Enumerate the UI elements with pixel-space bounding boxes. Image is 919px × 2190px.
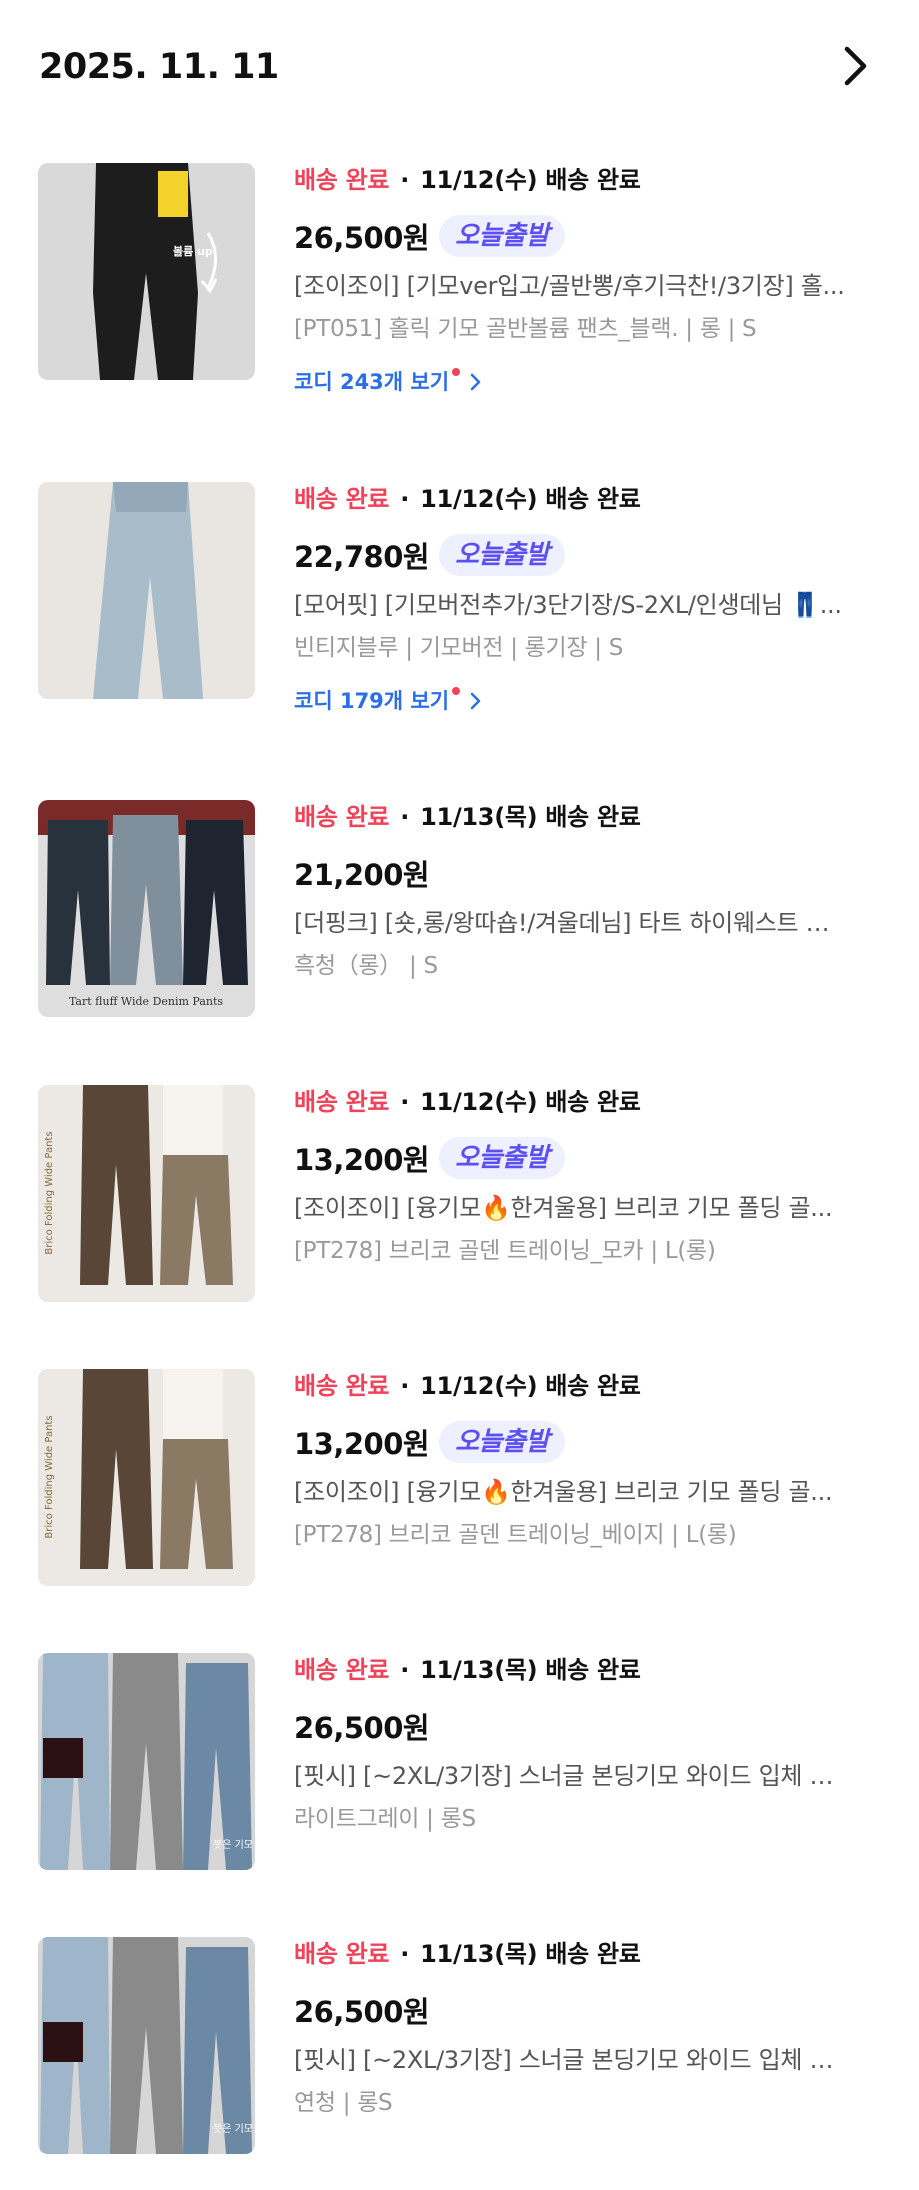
delivery-status-line: 배송 완료 · 11/12(수) 배송 완료 <box>294 482 854 516</box>
product-title[interactable]: [조이조이] [기모ver입고/골반뽕/후기극찬!/3기장] 홀... <box>294 269 849 303</box>
delivery-date: 11/13(목) 배송 완료 <box>420 803 641 831</box>
delivery-status-line: 배송 완료 · 11/12(수) 배송 완료 <box>294 1085 854 1119</box>
delivery-date: 11/12(수) 배송 완료 <box>420 1372 641 1400</box>
status-label: 배송 완료 <box>294 1656 390 1684</box>
price: 22,780원 <box>294 540 430 574</box>
order-info: 배송 완료 · 11/12(수) 배송 완료 26,500원 오늘출발 [조이조… <box>294 163 854 397</box>
status-separator: · <box>400 1656 410 1684</box>
next-date-button[interactable] <box>830 40 882 92</box>
delivery-status-line: 배송 완료 · 11/12(수) 배송 완료 <box>294 163 854 197</box>
product-image[interactable]: 볼륨 up! <box>38 163 255 380</box>
product-title[interactable]: [더핑크] [숏,롱/왕따숍!/겨울데님] 타트 하이웨스트 기... <box>294 906 849 940</box>
order-date: 2025. 11. 11 <box>39 47 279 87</box>
product-image[interactable] <box>38 482 255 699</box>
product-image[interactable]: Tart fluff Wide Denim Pants <box>38 800 255 1017</box>
status-separator: · <box>400 1372 410 1400</box>
price: 26,500원 <box>294 221 430 255</box>
same-day-badge: 오늘출발 <box>439 1421 565 1463</box>
product-title[interactable]: [조이조이] [융기모🔥한겨울용] 브리코 기모 폴딩 골... <box>294 1475 849 1509</box>
order-info: 배송 완료 · 11/12(수) 배송 완료 13,200원 오늘출발 [조이조… <box>294 1369 854 1551</box>
image-caption: Brico Folding Wide Pants <box>44 1415 55 1538</box>
status-label: 배송 완료 <box>294 1372 390 1400</box>
order-item[interactable]: Brico Folding Wide Pants 배송 완료 · 11/12(수… <box>0 1085 919 1325</box>
product-option: 라이트그레이 | 롱S <box>294 1806 476 1832</box>
order-info: 배송 완료 · 11/13(목) 배송 완료 26,500원 [핏시] [~2X… <box>294 1937 854 2119</box>
product-option: 연청 | 롱S <box>294 2090 393 2116</box>
delivery-date: 11/13(목) 배송 완료 <box>420 1656 641 1684</box>
status-separator: · <box>400 166 410 194</box>
order-info: 배송 완료 · 11/12(수) 배송 완료 13,200원 오늘출발 [조이조… <box>294 1085 854 1267</box>
status-separator: · <box>400 803 410 831</box>
same-day-badge: 오늘출발 <box>439 215 565 257</box>
price-line: 22,780원 오늘출발 <box>294 532 854 578</box>
order-item[interactable]: 배송 완료 · 11/12(수) 배송 완료 22,780원 오늘출발 [모어핏… <box>0 482 919 722</box>
price-line: 13,200원 오늘출발 <box>294 1419 854 1465</box>
status-separator: · <box>400 485 410 513</box>
delivery-status-line: 배송 완료 · 11/12(수) 배송 완료 <box>294 1369 854 1403</box>
product-option: [PT278] 브리코 골덴 트레이닝_베이지 | L(롱) <box>294 1522 737 1548</box>
image-caption: Brico Folding Wide Pants <box>44 1131 55 1254</box>
price: 13,200원 <box>294 1427 430 1461</box>
coordi-link[interactable]: 코디 179개 보기 <box>294 686 482 716</box>
order-item[interactable]: 볼륨 up! 배송 완료 · 11/12(수) 배송 완료 26,500원 오늘… <box>0 163 919 403</box>
order-item[interactable]: Brico Folding Wide Pants 배송 완료 · 11/12(수… <box>0 1369 919 1609</box>
order-item[interactable]: 붓은 기모 배송 완료 · 11/13(목) 배송 완료 26,500원 [핏시… <box>0 1937 919 2177</box>
image-caption: 볼륨 up! <box>173 245 218 258</box>
price-line: 13,200원 오늘출발 <box>294 1135 854 1181</box>
status-label: 배송 완료 <box>294 485 390 513</box>
product-image[interactable]: Brico Folding Wide Pants <box>38 1369 255 1586</box>
product-title[interactable]: [조이조이] [융기모🔥한겨울용] 브리코 기모 폴딩 골... <box>294 1191 849 1225</box>
delivery-date: 11/12(수) 배송 완료 <box>420 1088 641 1116</box>
red-dot-icon <box>452 368 461 376</box>
price-line: 26,500원 <box>294 1987 854 2033</box>
product-option: 빈티지블루 | 기모버전 | 롱기장 | S <box>294 635 624 661</box>
coordi-link[interactable]: 코디 243개 보기 <box>294 367 482 397</box>
product-option: [PT278] 브리코 골덴 트레이닝_모카 | L(롱) <box>294 1238 716 1264</box>
image-caption: Tart fluff Wide Denim Pants <box>69 995 223 1008</box>
order-item[interactable]: 붓은 기모 배송 완료 · 11/13(목) 배송 완료 26,500원 [핏시… <box>0 1653 919 1893</box>
product-option: [PT051] 홀릭 기모 골반볼륨 팬츠_블랙. | 롱 | S <box>294 316 757 342</box>
status-separator: · <box>400 1940 410 1968</box>
product-title[interactable]: [핏시] [~2XL/3기장] 스너글 본딩기모 와이드 입체 일... <box>294 1759 849 1793</box>
page-header: 2025. 11. 11 <box>0 0 919 130</box>
status-label: 배송 완료 <box>294 803 390 831</box>
chevron-right-icon <box>470 692 481 710</box>
price: 26,500원 <box>294 1711 430 1745</box>
order-info: 배송 완료 · 11/13(목) 배송 완료 26,500원 [핏시] [~2X… <box>294 1653 854 1835</box>
coordi-label: 코디 179개 보기 <box>294 689 450 713</box>
price: 21,200원 <box>294 858 430 892</box>
product-image[interactable]: 붓은 기모 <box>38 1937 255 2154</box>
order-item[interactable]: Tart fluff Wide Denim Pants 배송 완료 · 11/1… <box>0 800 919 1040</box>
price-line: 26,500원 오늘출발 <box>294 213 854 259</box>
chevron-right-icon <box>844 46 867 86</box>
delivery-date: 11/12(수) 배송 완료 <box>420 166 641 194</box>
order-info: 배송 완료 · 11/13(목) 배송 완료 21,200원 [더핑크] [숏,… <box>294 800 854 982</box>
order-info: 배송 완료 · 11/12(수) 배송 완료 22,780원 오늘출발 [모어핏… <box>294 482 854 716</box>
status-label: 배송 완료 <box>294 1088 390 1116</box>
delivery-status-line: 배송 완료 · 11/13(목) 배송 완료 <box>294 800 854 834</box>
price: 26,500원 <box>294 1995 430 2029</box>
price: 13,200원 <box>294 1143 430 1177</box>
delivery-date: 11/13(목) 배송 완료 <box>420 1940 641 1968</box>
image-caption: 붓은 기모 <box>213 1839 253 1851</box>
same-day-badge: 오늘출발 <box>439 1137 565 1179</box>
chevron-right-icon <box>470 373 481 391</box>
image-caption: 붓은 기모 <box>213 2123 253 2135</box>
product-image[interactable]: 붓은 기모 <box>38 1653 255 1870</box>
delivery-date: 11/12(수) 배송 완료 <box>420 485 641 513</box>
price-line: 21,200원 <box>294 850 854 896</box>
delivery-status-line: 배송 완료 · 11/13(목) 배송 완료 <box>294 1937 854 1971</box>
status-label: 배송 완료 <box>294 166 390 194</box>
product-title[interactable]: [핏시] [~2XL/3기장] 스너글 본딩기모 와이드 입체 일... <box>294 2043 849 2077</box>
status-label: 배송 완료 <box>294 1940 390 1968</box>
coordi-label: 코디 243개 보기 <box>294 370 450 394</box>
product-option: 흑청（롱） | S <box>294 953 438 979</box>
price-line: 26,500원 <box>294 1703 854 1749</box>
delivery-status-line: 배송 완료 · 11/13(목) 배송 완료 <box>294 1653 854 1687</box>
product-title[interactable]: [모어핏] [기모버전추가/3단기장/S-2XL/인생데님 👖... <box>294 588 849 622</box>
status-separator: · <box>400 1088 410 1116</box>
product-image[interactable]: Brico Folding Wide Pants <box>38 1085 255 1302</box>
same-day-badge: 오늘출발 <box>439 534 565 576</box>
red-dot-icon <box>452 687 461 695</box>
